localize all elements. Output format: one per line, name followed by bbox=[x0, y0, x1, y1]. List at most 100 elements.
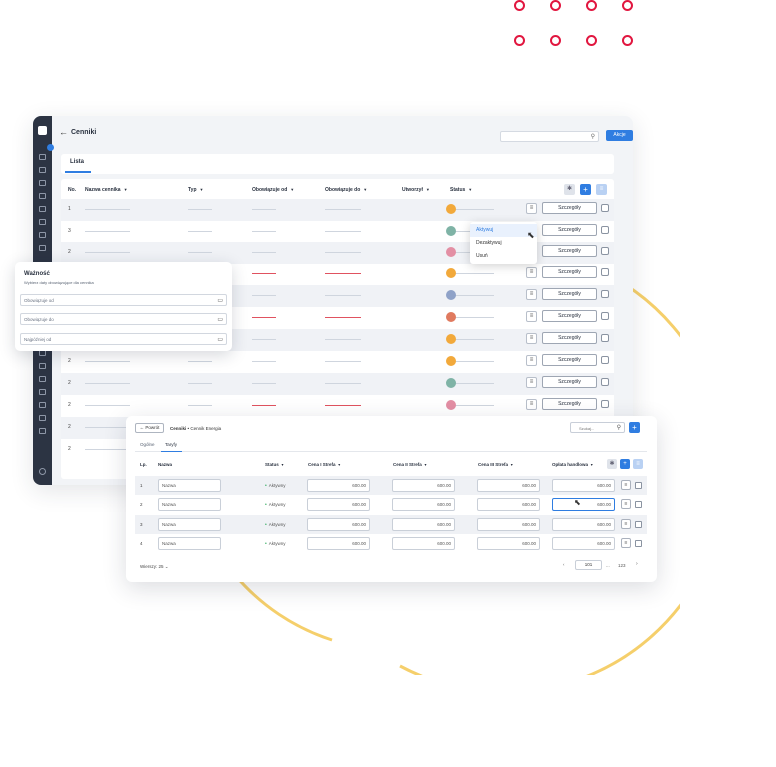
row-menu-button[interactable]: ≡ bbox=[526, 399, 537, 410]
row-checkbox[interactable] bbox=[601, 247, 609, 255]
row-menu-button[interactable]: ≡ bbox=[621, 480, 631, 490]
price-zone-3-field[interactable]: 600.00 bbox=[477, 498, 540, 511]
name-field[interactable]: Nazwa bbox=[158, 518, 221, 531]
search-input[interactable]: Szukaj... ⚲ bbox=[570, 422, 625, 433]
price-zone-2-field[interactable]: 600.00 bbox=[392, 518, 455, 531]
next-page-icon[interactable]: › bbox=[636, 561, 638, 567]
row-menu-button[interactable]: ≡ bbox=[526, 311, 537, 322]
breadcrumb-root[interactable]: Cenniki bbox=[170, 426, 186, 431]
sidebar-item-icon[interactable] bbox=[39, 193, 46, 199]
row-checkbox[interactable] bbox=[601, 312, 609, 320]
column-header[interactable]: Typ ▼ bbox=[188, 187, 204, 193]
name-field[interactable]: Nazwa bbox=[158, 537, 221, 550]
trade-fee-field[interactable]: 600.00 bbox=[552, 518, 615, 531]
row-menu-button[interactable]: ≡ bbox=[526, 355, 537, 366]
details-button[interactable]: Szczegóły bbox=[542, 288, 597, 300]
sidebar-item-icon[interactable] bbox=[39, 428, 46, 434]
sidebar-item-icon[interactable] bbox=[39, 376, 46, 382]
details-button[interactable]: Szczegóły bbox=[542, 376, 597, 388]
sidebar-item-icon[interactable] bbox=[39, 206, 46, 212]
price-zone-2-field[interactable]: 600.00 bbox=[392, 537, 455, 550]
total-pages[interactable]: 123 bbox=[618, 563, 626, 568]
row-menu-button[interactable]: ≡ bbox=[526, 377, 537, 388]
details-button[interactable]: Szczegóły bbox=[542, 266, 597, 278]
tab-tariffs[interactable]: Taryfy bbox=[165, 442, 177, 447]
column-header[interactable]: No. bbox=[68, 187, 76, 193]
row-checkbox[interactable] bbox=[635, 521, 642, 528]
price-zone-1-field[interactable]: 600.00 bbox=[307, 479, 370, 492]
trade-fee-field[interactable]: 600.00 bbox=[552, 479, 615, 492]
add-button[interactable]: + bbox=[580, 184, 591, 195]
actions-button[interactable]: Akcje bbox=[606, 130, 633, 141]
table-row[interactable]: 1 Nazwa • Aktywny 600.00 600.00 600.00 600.00 ≡ bbox=[135, 476, 647, 495]
details-button[interactable]: Szczegóły bbox=[542, 245, 597, 257]
column-header[interactable]: Opłata handlowa ▼ bbox=[552, 462, 593, 467]
calendar-icon[interactable]: ▭ bbox=[217, 297, 223, 304]
row-checkbox[interactable] bbox=[635, 540, 642, 547]
back-button[interactable]: ← Powrót bbox=[135, 423, 164, 433]
sidebar-item-icon[interactable] bbox=[39, 232, 46, 238]
row-checkbox[interactable] bbox=[601, 226, 609, 234]
rows-per-page-select[interactable]: Wierszy: 25 ⌄ bbox=[140, 564, 169, 570]
add-row-button[interactable]: + bbox=[620, 459, 630, 469]
add-button[interactable]: + bbox=[629, 422, 640, 433]
sidebar-item-icon[interactable] bbox=[39, 363, 46, 369]
tab-general[interactable]: Ogólne bbox=[140, 442, 155, 447]
row-checkbox[interactable] bbox=[601, 400, 609, 408]
price-zone-2-field[interactable]: 600.00 bbox=[392, 479, 455, 492]
table-row[interactable]: 2 ≡ Szczegóły bbox=[61, 351, 614, 373]
details-button[interactable]: Szczegóły bbox=[542, 354, 597, 366]
column-header[interactable]: Lp. bbox=[140, 462, 147, 467]
column-header[interactable]: Utworzył ▼ bbox=[402, 187, 430, 193]
row-menu-button[interactable]: ≡ bbox=[621, 519, 631, 529]
details-button[interactable]: Szczegóły bbox=[542, 224, 597, 236]
table-row[interactable]: 2 Nazwa • Aktywny 600.00 600.00 600.00 600.00 ≡ bbox=[135, 495, 647, 514]
name-field[interactable]: Nazwa bbox=[158, 498, 221, 511]
sidebar-item-icon[interactable] bbox=[39, 167, 46, 173]
row-checkbox[interactable] bbox=[601, 356, 609, 364]
column-header[interactable]: Status ▼ bbox=[265, 462, 284, 467]
sidebar-item-icon[interactable] bbox=[39, 415, 46, 421]
price-zone-1-field[interactable]: 600.00 bbox=[307, 498, 370, 511]
price-zone-2-field[interactable]: 600.00 bbox=[392, 498, 455, 511]
calendar-icon[interactable]: ▭ bbox=[217, 336, 223, 343]
gear-icon[interactable]: ✱ bbox=[564, 184, 575, 195]
latest-from-field[interactable]: Najpóźniej od ▭ bbox=[20, 333, 227, 345]
sidebar-item-icon[interactable] bbox=[39, 402, 46, 408]
row-menu-button[interactable]: ≡ bbox=[526, 333, 537, 344]
row-checkbox[interactable] bbox=[635, 501, 642, 508]
column-header[interactable]: Cena I Strefa ▼ bbox=[308, 462, 341, 467]
details-button[interactable]: Szczegóły bbox=[542, 202, 597, 214]
price-zone-1-field[interactable]: 600.00 bbox=[307, 518, 370, 531]
calendar-icon[interactable]: ▭ bbox=[217, 316, 223, 323]
tab-lista[interactable]: Lista bbox=[70, 159, 84, 165]
table-row[interactable]: 3 Nazwa • Aktywny 600.00 600.00 600.00 600.00 ≡ bbox=[135, 515, 647, 534]
back-arrow-icon[interactable]: ← bbox=[59, 127, 68, 137]
price-zone-3-field[interactable]: 600.00 bbox=[477, 518, 540, 531]
row-menu-button[interactable]: ≡ bbox=[621, 538, 631, 548]
column-header[interactable]: Status ▼ bbox=[450, 187, 472, 193]
dropdown-item-delete[interactable]: Usuń bbox=[470, 250, 537, 263]
row-menu-button[interactable]: ≡ bbox=[621, 499, 631, 509]
row-menu-button[interactable]: ≡ bbox=[526, 203, 537, 214]
price-zone-3-field[interactable]: 600.00 bbox=[477, 479, 540, 492]
prev-page-icon[interactable]: ‹ bbox=[563, 562, 565, 567]
search-input[interactable]: ⚲ bbox=[500, 131, 599, 142]
details-button[interactable]: Szczegóły bbox=[542, 398, 597, 410]
column-header[interactable]: Cena II Strefa ▼ bbox=[393, 462, 427, 467]
row-checkbox[interactable] bbox=[601, 378, 609, 386]
table-row[interactable]: 2 ≡ Szczegóły bbox=[61, 373, 614, 395]
trade-fee-field[interactable]: 600.00 bbox=[552, 537, 615, 550]
column-header[interactable]: Nazwa cennika ▼ bbox=[85, 187, 128, 193]
table-row[interactable]: 1 ≡ Szczegóły bbox=[61, 199, 614, 221]
sidebar-item-icon[interactable] bbox=[39, 154, 46, 160]
column-header[interactable]: Nazwa bbox=[158, 462, 172, 467]
trade-fee-field[interactable]: 600.00 bbox=[552, 498, 615, 511]
column-header[interactable]: Cena III Strefa ▼ bbox=[478, 462, 513, 467]
gear-icon[interactable]: ✱ bbox=[607, 459, 617, 469]
row-checkbox[interactable] bbox=[635, 482, 642, 489]
row-checkbox[interactable] bbox=[601, 204, 609, 212]
row-menu-button[interactable]: ≡ bbox=[526, 289, 537, 300]
table-row[interactable]: 4 Nazwa • Aktywny 600.00 600.00 600.00 600.00 ≡ bbox=[135, 534, 647, 553]
sidebar-item-icon[interactable] bbox=[39, 219, 46, 225]
